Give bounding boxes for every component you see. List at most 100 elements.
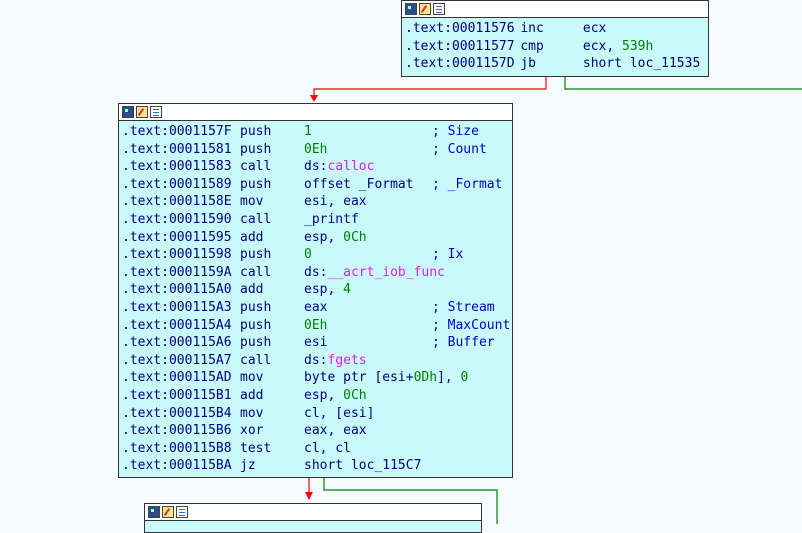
instruction-line[interactable]: .text:000115A3 push eax; Stream [122, 299, 512, 317]
mnemonic: push [240, 335, 272, 351]
instruction-line[interactable]: .text:0001157D jb short loc_11535 [405, 55, 708, 73]
comment: ; _Format [432, 176, 503, 192]
instruction-line[interactable]: .text:000115B1 add esp, 0Ch [122, 387, 512, 405]
code-block-main[interactable]: .text:0001157F push 1; Size .text:00011581 p… [118, 103, 513, 478]
comment: ; MaxCount [432, 317, 511, 333]
instruction-line[interactable]: .text:00011581 push 0Eh; Count [122, 141, 512, 159]
address[interactable]: .text:000115A6 [122, 334, 240, 352]
operands[interactable]: 1 [304, 123, 432, 141]
address[interactable]: .text:0001157D [405, 55, 520, 73]
instruction-line[interactable]: .text:000115B4 mov cl, [esi] [122, 405, 512, 423]
instruction-line[interactable]: .text:00011598 push 0; Ix [122, 246, 512, 264]
operands[interactable]: 0Eh [304, 141, 432, 159]
instruction-line[interactable]: .text:000115A7 call ds:fgets [122, 352, 512, 370]
address[interactable]: .text:000115AD [122, 369, 240, 387]
mnemonic: mov [240, 194, 264, 210]
address[interactable]: .text:00011598 [122, 246, 240, 264]
address[interactable]: .text:00011577 [405, 38, 520, 56]
operands[interactable]: ds:calloc [304, 158, 432, 176]
address[interactable]: .text:000115A7 [122, 352, 240, 370]
address[interactable]: .text:0001159A [122, 264, 240, 282]
edit-icon[interactable] [419, 3, 431, 15]
edge-arrowhead [305, 492, 313, 500]
operands[interactable]: ds:fgets [304, 352, 432, 370]
operands[interactable]: offset _Format [304, 176, 432, 194]
operands[interactable]: esi [304, 334, 432, 352]
operands[interactable]: ds:__acrt_iob_func [304, 264, 445, 282]
mnemonic: add [240, 387, 264, 403]
address[interactable]: .text:00011589 [122, 176, 240, 194]
operands[interactable]: esp, 0Ch [304, 229, 432, 247]
operands[interactable]: 0 [304, 246, 432, 264]
mnemonic: push [240, 299, 272, 315]
operands[interactable]: 0Eh [304, 317, 432, 335]
operands[interactable]: esi, eax [304, 193, 432, 211]
instruction-line[interactable]: .text:000115B8 test cl, cl [122, 440, 512, 458]
address[interactable]: .text:000115B8 [122, 440, 240, 458]
graph-icon[interactable] [405, 3, 417, 15]
address[interactable]: .text:00011583 [122, 158, 240, 176]
mnemonic: call [240, 159, 272, 175]
graph-icon[interactable] [148, 506, 160, 518]
list-icon[interactable] [150, 106, 162, 118]
operands[interactable]: eax, eax [304, 422, 432, 440]
instruction-line[interactable]: .text:00011589 push offset _Format; _Forma… [122, 176, 512, 194]
mnemonic: add [240, 229, 264, 245]
comment: ; Stream [432, 299, 495, 315]
address[interactable]: .text:000115B6 [122, 422, 240, 440]
code-block-next[interactable] [144, 503, 482, 533]
address[interactable]: .text:00011595 [122, 229, 240, 247]
operands[interactable]: byte ptr [esi+0Dh], 0 [304, 369, 468, 387]
edit-icon[interactable] [162, 506, 174, 518]
operands[interactable]: esp, 0Ch [304, 387, 432, 405]
instruction-line[interactable]: .text:00011595 add esp, 0Ch [122, 229, 512, 247]
graph-icon[interactable] [122, 106, 134, 118]
operands[interactable]: short loc_11535 [583, 55, 708, 73]
mnemonic: call [240, 264, 272, 280]
instruction-line[interactable]: .text:00011583 call ds:calloc [122, 158, 512, 176]
instruction-line[interactable]: .text:000115A6 push esi; Buffer [122, 334, 512, 352]
instruction-line[interactable]: .text:00011577 cmp ecx, 539h [405, 38, 708, 56]
address[interactable]: .text:0001157F [122, 123, 240, 141]
mnemonic: mov [240, 405, 264, 421]
edit-icon[interactable] [136, 106, 148, 118]
instruction-line[interactable]: .text:0001157F push 1; Size [122, 123, 512, 141]
instruction-line[interactable]: .text:000115A0 add esp, 4 [122, 281, 512, 299]
operands[interactable]: ecx [583, 20, 708, 38]
instruction-line[interactable]: .text:000115AD mov byte ptr [esi+0Dh], 0 [122, 369, 512, 387]
instruction-line[interactable]: .text:0001158E mov esi, eax [122, 193, 512, 211]
address[interactable]: .text:000115B4 [122, 405, 240, 423]
operands[interactable]: cl, cl [304, 440, 432, 458]
code-block-top[interactable]: .text:00011576 inc ecx .text:00011577 cmp ecx… [401, 0, 709, 77]
instruction-line[interactable]: .text:00011576 inc ecx [405, 20, 708, 38]
operands[interactable]: eax [304, 299, 432, 317]
instruction-line[interactable]: .text:000115B6 xor eax, eax [122, 422, 512, 440]
mnemonic: xor [240, 423, 264, 439]
operands[interactable]: _printf [304, 211, 432, 229]
address[interactable]: .text:000115BA [122, 457, 240, 475]
mnemonic: call [240, 211, 272, 227]
instruction-list: .text:0001157F push 1; Size .text:00011581 p… [119, 121, 512, 475]
operands[interactable]: ecx, 539h [583, 38, 708, 56]
mnemonic: test [240, 440, 272, 456]
address[interactable]: .text:000115B1 [122, 387, 240, 405]
list-icon[interactable] [176, 506, 188, 518]
list-icon[interactable] [433, 3, 445, 15]
address[interactable]: .text:00011576 [405, 20, 520, 38]
address[interactable]: .text:00011581 [122, 141, 240, 159]
instruction-list: .text:00011576 inc ecx .text:00011577 cmp ecx… [402, 18, 708, 73]
operands[interactable]: short loc_115C7 [304, 457, 432, 475]
address[interactable]: .text:000115A0 [122, 281, 240, 299]
mnemonic: jz [240, 458, 256, 474]
address[interactable]: .text:00011590 [122, 211, 240, 229]
address[interactable]: .text:0001158E [122, 193, 240, 211]
instruction-line[interactable]: .text:0001159A call ds:__acrt_iob_func [122, 264, 512, 282]
instruction-line[interactable]: .text:00011590 call _printf [122, 211, 512, 229]
instruction-line[interactable]: .text:000115A4 push 0Eh; MaxCount [122, 317, 512, 335]
mnemonic: cmp [520, 38, 544, 54]
operands[interactable]: esp, 4 [304, 281, 432, 299]
address[interactable]: .text:000115A3 [122, 299, 240, 317]
address[interactable]: .text:000115A4 [122, 317, 240, 335]
operands[interactable]: cl, [esi] [304, 405, 432, 423]
instruction-line[interactable]: .text:000115BA jz short loc_115C7 [122, 457, 512, 475]
